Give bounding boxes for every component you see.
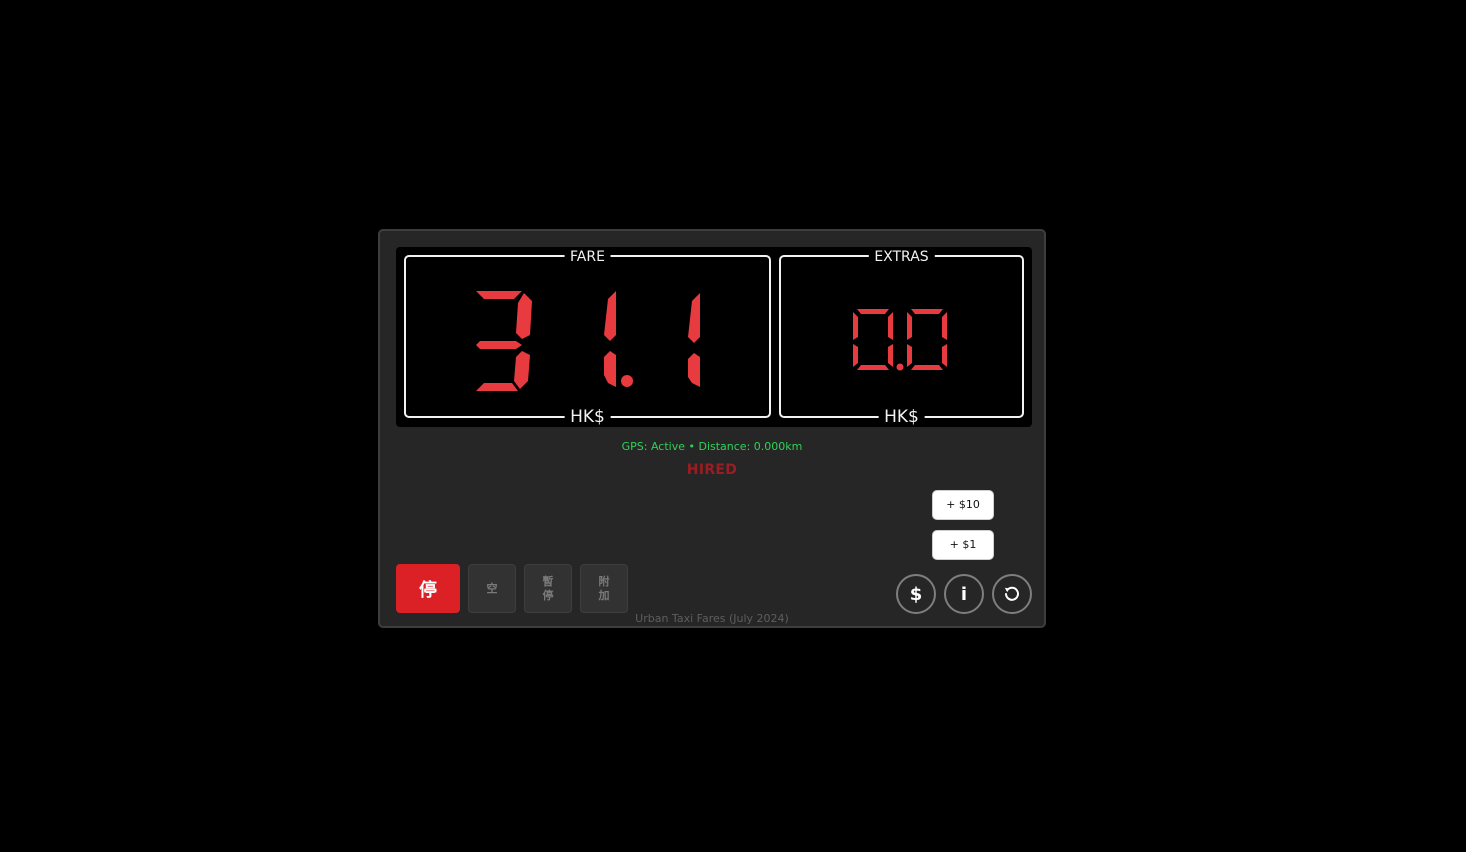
pause-label: 暫 停	[543, 575, 554, 603]
fare-schedule-note: Urban Taxi Fares (July 2024)	[635, 612, 789, 625]
extras-panel: EXTRAS 0.0 HK$	[779, 250, 1024, 426]
taxi-meter: FARE 31.1 HK$ EXTRAS 0.0	[378, 229, 1046, 628]
add-ten-button[interactable]: + $10	[932, 490, 994, 520]
meter-status: HIRED	[686, 462, 738, 478]
fare-currency: HK$	[564, 409, 611, 426]
gps-status: GPS: Active • Distance: 0.000km	[621, 440, 803, 453]
fare-digits	[476, 291, 700, 391]
dollar-icon: $	[909, 583, 923, 605]
fare-panel: FARE 31.1 HK$	[404, 250, 771, 426]
reset-button[interactable]	[992, 574, 1032, 614]
add-one-button[interactable]: + $1	[932, 530, 994, 560]
surcharge-button[interactable]: 附 加	[580, 564, 628, 613]
surcharge-label: 附 加	[599, 575, 610, 603]
pause-button[interactable]: 暫 停	[524, 564, 572, 613]
surcharge-label-line1: 附	[598, 574, 610, 588]
reset-icon	[1004, 586, 1019, 601]
info-icon: i	[960, 583, 968, 605]
extras-currency: HK$	[878, 409, 925, 426]
extras-digits	[853, 309, 947, 371]
fare-table-button[interactable]: $	[896, 574, 936, 614]
vacant-button[interactable]: 空	[468, 564, 516, 613]
surcharge-label-line2: 加	[598, 588, 610, 602]
info-button[interactable]: i	[944, 574, 984, 614]
pause-label-line2: 停	[542, 588, 554, 602]
pause-label-line1: 暫	[542, 574, 554, 588]
stop-button[interactable]: 停	[396, 564, 460, 613]
display-bezel: FARE 31.1 HK$ EXTRAS 0.0	[396, 247, 1032, 427]
